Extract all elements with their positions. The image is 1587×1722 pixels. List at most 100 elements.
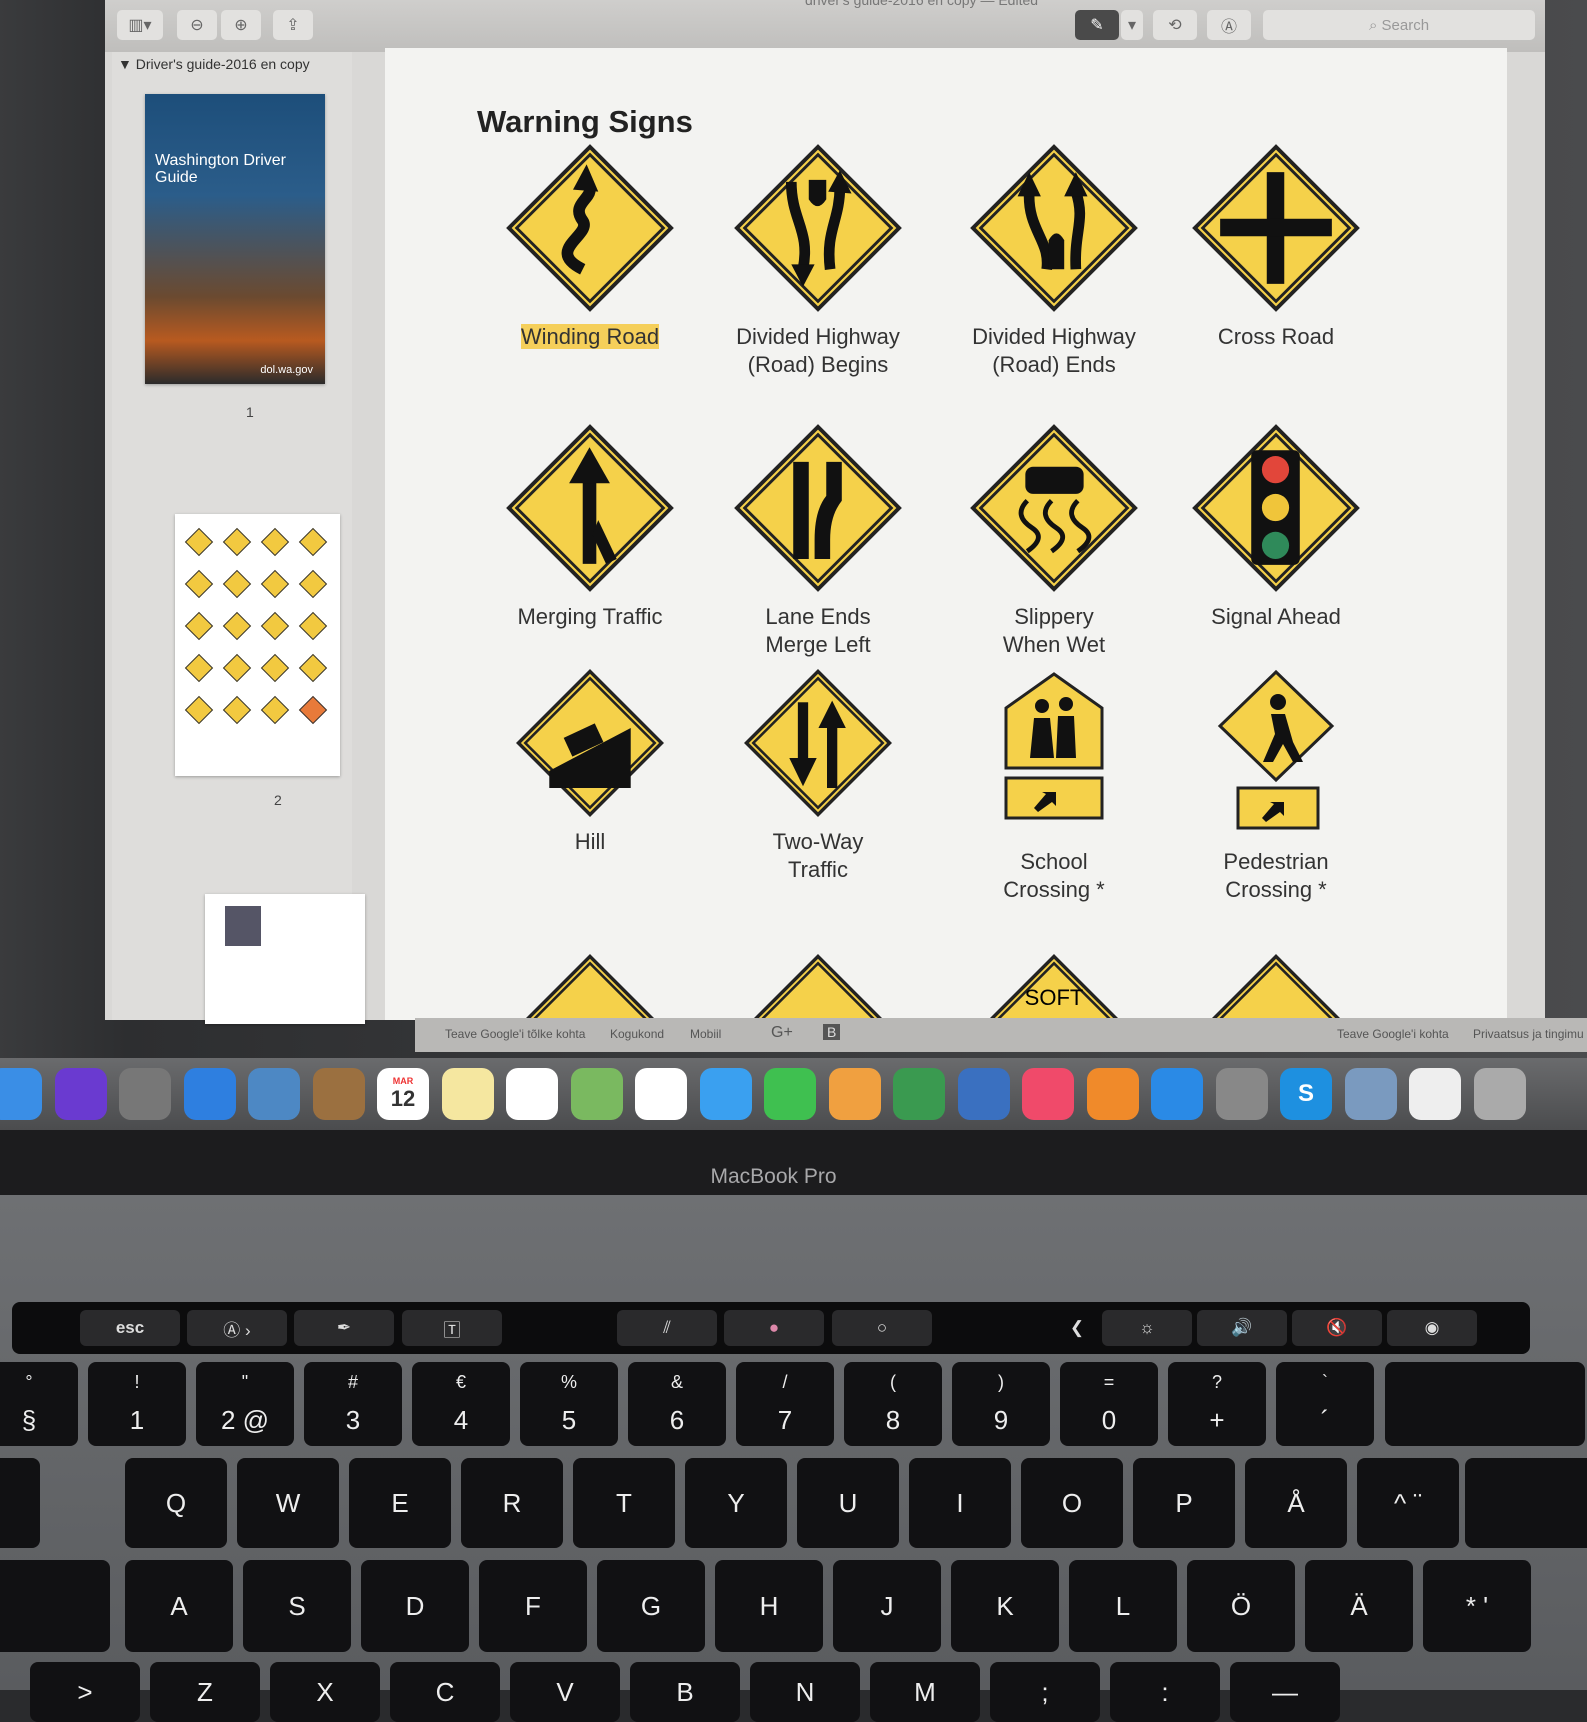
text-touch-button[interactable]: 🅃	[402, 1310, 502, 1346]
dock-pages[interactable]	[828, 1068, 881, 1120]
key[interactable]: #3	[304, 1362, 402, 1446]
key[interactable]: ° §	[0, 1362, 78, 1446]
key[interactable]: O	[1021, 1458, 1123, 1548]
key[interactable]: G	[597, 1560, 705, 1652]
dock-facetime[interactable]	[764, 1068, 816, 1120]
shape-touch-button[interactable]: ○	[832, 1310, 932, 1346]
footer-link[interactable]: Privaatsus ja tingimu	[1473, 1027, 1584, 1041]
dock-mail[interactable]	[248, 1068, 300, 1120]
key[interactable]: Z	[150, 1662, 260, 1722]
dock-calendar[interactable]: MAR 12	[377, 1068, 429, 1120]
siri-touch-button[interactable]: ◉	[1387, 1310, 1477, 1346]
page-thumbnail-3[interactable]	[205, 894, 365, 1024]
key[interactable]: ^ ¨	[1357, 1458, 1459, 1548]
key[interactable]: I	[909, 1458, 1011, 1548]
dock-system-preferences[interactable]	[1215, 1068, 1268, 1120]
key[interactable]: M	[870, 1662, 980, 1722]
dock-ibooks[interactable]	[1086, 1068, 1139, 1120]
dock-maps[interactable]	[570, 1068, 623, 1120]
dock-skype[interactable]: S	[1280, 1068, 1332, 1120]
dock-trash[interactable]	[1473, 1068, 1526, 1120]
rotate-button[interactable]: ⟲	[1153, 10, 1197, 40]
key[interactable]: K	[951, 1560, 1059, 1652]
dock-notes[interactable]	[441, 1068, 494, 1120]
key[interactable]: H	[715, 1560, 823, 1652]
key[interactable]: C	[390, 1662, 500, 1722]
key[interactable]: Ä	[1305, 1560, 1413, 1652]
key[interactable]: N	[750, 1662, 860, 1722]
dock-finder[interactable]	[0, 1068, 42, 1120]
dock-preview[interactable]	[1344, 1068, 1397, 1120]
key[interactable]: * '	[1423, 1560, 1531, 1652]
key[interactable]: (8	[844, 1362, 942, 1446]
zoom-in-button[interactable]: ⊕	[221, 10, 261, 40]
dock-numbers[interactable]	[893, 1068, 945, 1120]
key[interactable]: Å	[1245, 1458, 1347, 1548]
page-thumbnail-2[interactable]	[175, 514, 340, 776]
key[interactable]: L	[1069, 1560, 1177, 1652]
key[interactable]: :	[1110, 1662, 1220, 1722]
footer-link[interactable]: Teave Google'i tõlke kohta	[445, 1027, 585, 1041]
key[interactable]: W	[237, 1458, 339, 1548]
key[interactable]: ;	[990, 1662, 1100, 1722]
key[interactable]: ? +	[1168, 1362, 1266, 1446]
key[interactable]	[0, 1560, 110, 1652]
sidebar-toggle-button[interactable]: ▥▾	[117, 10, 163, 40]
dock-photos[interactable]	[635, 1068, 687, 1120]
stroke-touch-button[interactable]: ⫽	[617, 1310, 717, 1346]
dock-siri[interactable]	[54, 1068, 107, 1120]
key[interactable]: T	[573, 1458, 675, 1548]
key[interactable]: " 2 @	[196, 1362, 294, 1446]
key[interactable]: Q	[125, 1458, 227, 1548]
key[interactable]	[1465, 1458, 1587, 1548]
dock-app-store[interactable]	[1151, 1068, 1203, 1120]
key[interactable]: D	[361, 1560, 469, 1652]
pen-dropdown[interactable]: ▾	[1121, 10, 1143, 40]
volume-touch-button[interactable]: 🔊	[1197, 1310, 1287, 1346]
google-plus-icon[interactable]: G+	[771, 1024, 793, 1042]
key[interactable]: A	[125, 1560, 233, 1652]
key[interactable]: & 6	[628, 1362, 726, 1446]
key[interactable]: —	[1230, 1662, 1340, 1722]
footer-link[interactable]: Kogukond	[610, 1027, 664, 1041]
zoom-out-button[interactable]: ⊖	[177, 10, 217, 40]
key[interactable]: B	[630, 1662, 740, 1722]
key[interactable]: F	[479, 1560, 587, 1652]
dock-contacts[interactable]	[312, 1068, 365, 1120]
footer-link[interactable]: Mobiil	[690, 1027, 721, 1041]
dock-keynote[interactable]	[957, 1068, 1010, 1120]
key[interactable]: >	[30, 1662, 140, 1722]
key[interactable]	[0, 1458, 40, 1548]
key[interactable]: = 0	[1060, 1362, 1158, 1446]
key[interactable]: J	[833, 1560, 941, 1652]
markup-touch-button[interactable]: Ⓐ ›	[187, 1310, 287, 1346]
dock-messages[interactable]	[699, 1068, 752, 1120]
blogger-icon[interactable]: B	[823, 1024, 841, 1040]
key[interactable]: €4	[412, 1362, 510, 1446]
dock-launchpad[interactable]	[119, 1068, 171, 1120]
key[interactable]: X	[270, 1662, 380, 1722]
dock-textedit[interactable]	[1409, 1068, 1461, 1120]
key[interactable]: U	[797, 1458, 899, 1548]
markup-pen-button[interactable]: ✎	[1075, 10, 1119, 40]
key[interactable]: P	[1133, 1458, 1235, 1548]
annotate-button[interactable]: Ⓐ	[1207, 10, 1251, 40]
key[interactable]: S	[243, 1560, 351, 1652]
dock-safari[interactable]	[183, 1068, 236, 1120]
key[interactable]: /7	[736, 1362, 834, 1446]
key[interactable]: V	[510, 1662, 620, 1722]
collapse-touch-button[interactable]: ❮	[1057, 1310, 1097, 1346]
share-button[interactable]: ⇪	[273, 10, 313, 40]
key[interactable]: Ö	[1187, 1560, 1295, 1652]
key[interactable]: ) 9	[952, 1362, 1050, 1446]
dock-itunes[interactable]	[1022, 1068, 1074, 1120]
document-disclosure[interactable]: ▼ Driver's guide-2016 en copy	[118, 56, 310, 72]
brightness-touch-button[interactable]: ☼	[1102, 1310, 1192, 1346]
key[interactable]: ! 1	[88, 1362, 186, 1446]
esc-key[interactable]: esc	[80, 1310, 180, 1346]
footer-link[interactable]: Teave Google'i kohta	[1337, 1027, 1449, 1041]
dock-reminders[interactable]	[506, 1068, 558, 1120]
key[interactable]	[1385, 1362, 1585, 1446]
key[interactable]: ` ´	[1276, 1362, 1374, 1446]
color-touch-button[interactable]: ●	[724, 1310, 824, 1346]
